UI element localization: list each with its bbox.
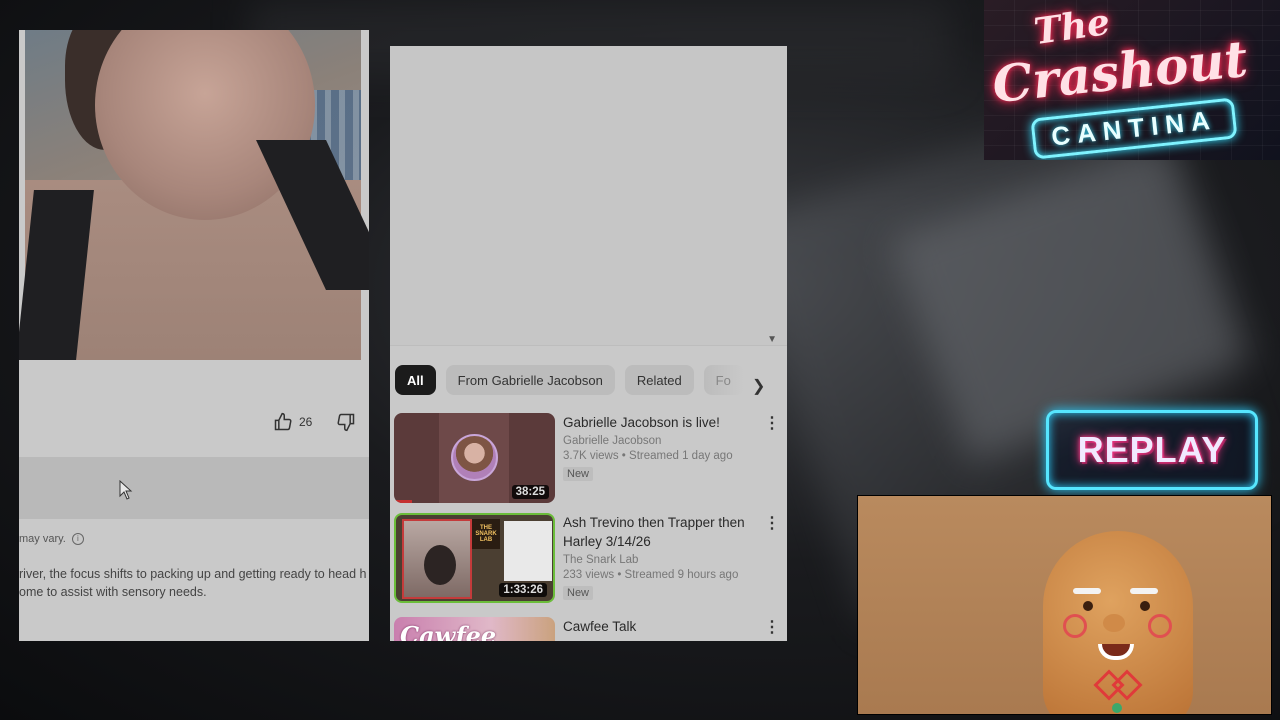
video-meta: Cawfee Talk <box>563 617 753 636</box>
chevron-right-icon[interactable]: ❯ <box>752 376 765 396</box>
related-videos-panel: ▼ All From Gabrielle Jacobson Related Fo… <box>390 46 787 641</box>
video-title[interactable]: Cawfee Talk <box>563 617 753 636</box>
like-button[interactable]: 26 <box>273 412 312 432</box>
gingerbread-cheek-left <box>1063 614 1087 638</box>
gingerbread-button <box>1112 703 1122 713</box>
replay-badge: REPLAY <box>1046 410 1258 490</box>
thumbnail-webcam <box>402 519 472 599</box>
thumbnail-screen <box>504 521 552 581</box>
snark-lab-logo: THE SNARK LAB <box>472 519 500 549</box>
video-title[interactable]: Gabrielle Jacobson is live! <box>563 413 753 432</box>
replay-label: REPLAY <box>1077 429 1227 470</box>
video-channel[interactable]: Gabrielle Jacobson <box>563 435 753 447</box>
gingerbread-avatar-cam <box>857 495 1272 715</box>
gingerbread-eye-right <box>1140 601 1150 611</box>
video-stats: 3.7K views • Streamed 1 day ago <box>563 450 733 462</box>
like-count: 26 <box>299 415 313 429</box>
video-duration: 38:25 <box>511 485 549 499</box>
video-list-item[interactable]: Cawfee Cawfee Talk ⋮ <box>394 617 784 641</box>
video-title[interactable]: Ash Trevino then Trapper then Harley 3/1… <box>563 513 753 551</box>
chip-for-you[interactable]: Fo <box>703 365 744 395</box>
gingerbread-cheek-right <box>1148 614 1172 638</box>
kebab-menu-icon[interactable]: ⋮ <box>764 416 780 432</box>
video-meta: Gabrielle Jacobson is live! Gabrielle Ja… <box>563 413 753 482</box>
filter-chips: All From Gabrielle Jacobson Related Fo <box>395 365 744 395</box>
video-channel[interactable]: The Snark Lab <box>563 554 753 566</box>
info-icon[interactable]: i <box>71 533 84 545</box>
description-line-1: river, the focus shifts to packing up an… <box>19 567 367 581</box>
gingerbread-eye-left <box>1083 601 1093 611</box>
thumbnail-title-text: Cawfee <box>400 621 497 641</box>
kebab-menu-icon[interactable]: ⋮ <box>764 516 780 532</box>
comment-section-band <box>19 457 369 519</box>
video-duration: 1:33:26 <box>499 583 547 597</box>
thumbs-down-icon <box>337 413 355 432</box>
video-stats: 233 views • Streamed 9 hours ago <box>563 569 739 581</box>
chip-all[interactable]: All <box>395 365 436 395</box>
description-line-2: ome to assist with sensory needs. <box>19 585 207 599</box>
video-player[interactable] <box>19 30 369 360</box>
gingerbread-nose <box>1103 614 1125 632</box>
like-dislike-bar: 26 <box>273 412 356 432</box>
chip-from-channel[interactable]: From Gabrielle Jacobson <box>445 365 615 395</box>
video-list-item[interactable]: THE SNARK LAB 1:33:26 Ash Trevino then T… <box>394 513 784 605</box>
mouse-cursor-icon <box>119 480 133 500</box>
video-meta: Ash Trevino then Trapper then Harley 3/1… <box>563 513 753 601</box>
kebab-menu-icon[interactable]: ⋮ <box>764 620 780 636</box>
video-description: river, the focus shifts to packing up an… <box>19 565 369 601</box>
video-thumbnail[interactable]: Cawfee <box>394 617 555 641</box>
channel-avatar <box>451 434 498 481</box>
watch-progress <box>394 500 412 503</box>
video-list-item[interactable]: 38:25 Gabrielle Jacobson is live! Gabrie… <box>394 413 784 505</box>
video-thumbnail[interactable]: 38:25 <box>394 413 555 503</box>
live-chat-area <box>390 46 787 346</box>
crashout-cantina-logo: The Crashout CANTINA <box>984 0 1280 160</box>
video-watch-panel: 26 may vary. i river, the focus shifts t… <box>19 30 369 641</box>
gingerbread-brow-right <box>1130 588 1158 594</box>
disclaimer-note: may vary. i <box>19 533 84 545</box>
caret-down-icon[interactable]: ▼ <box>767 334 777 345</box>
thumbs-up-icon <box>274 412 292 431</box>
dislike-button[interactable] <box>336 412 356 432</box>
video-thumbnail[interactable]: THE SNARK LAB 1:33:26 <box>394 513 555 603</box>
new-badge: New <box>563 586 594 600</box>
gingerbread-bowtie <box>1098 674 1138 690</box>
chip-related[interactable]: Related <box>624 365 694 395</box>
new-badge: New <box>563 467 594 481</box>
disclaimer-text: may vary. <box>19 533 66 545</box>
gingerbread-brow-left <box>1073 588 1101 594</box>
